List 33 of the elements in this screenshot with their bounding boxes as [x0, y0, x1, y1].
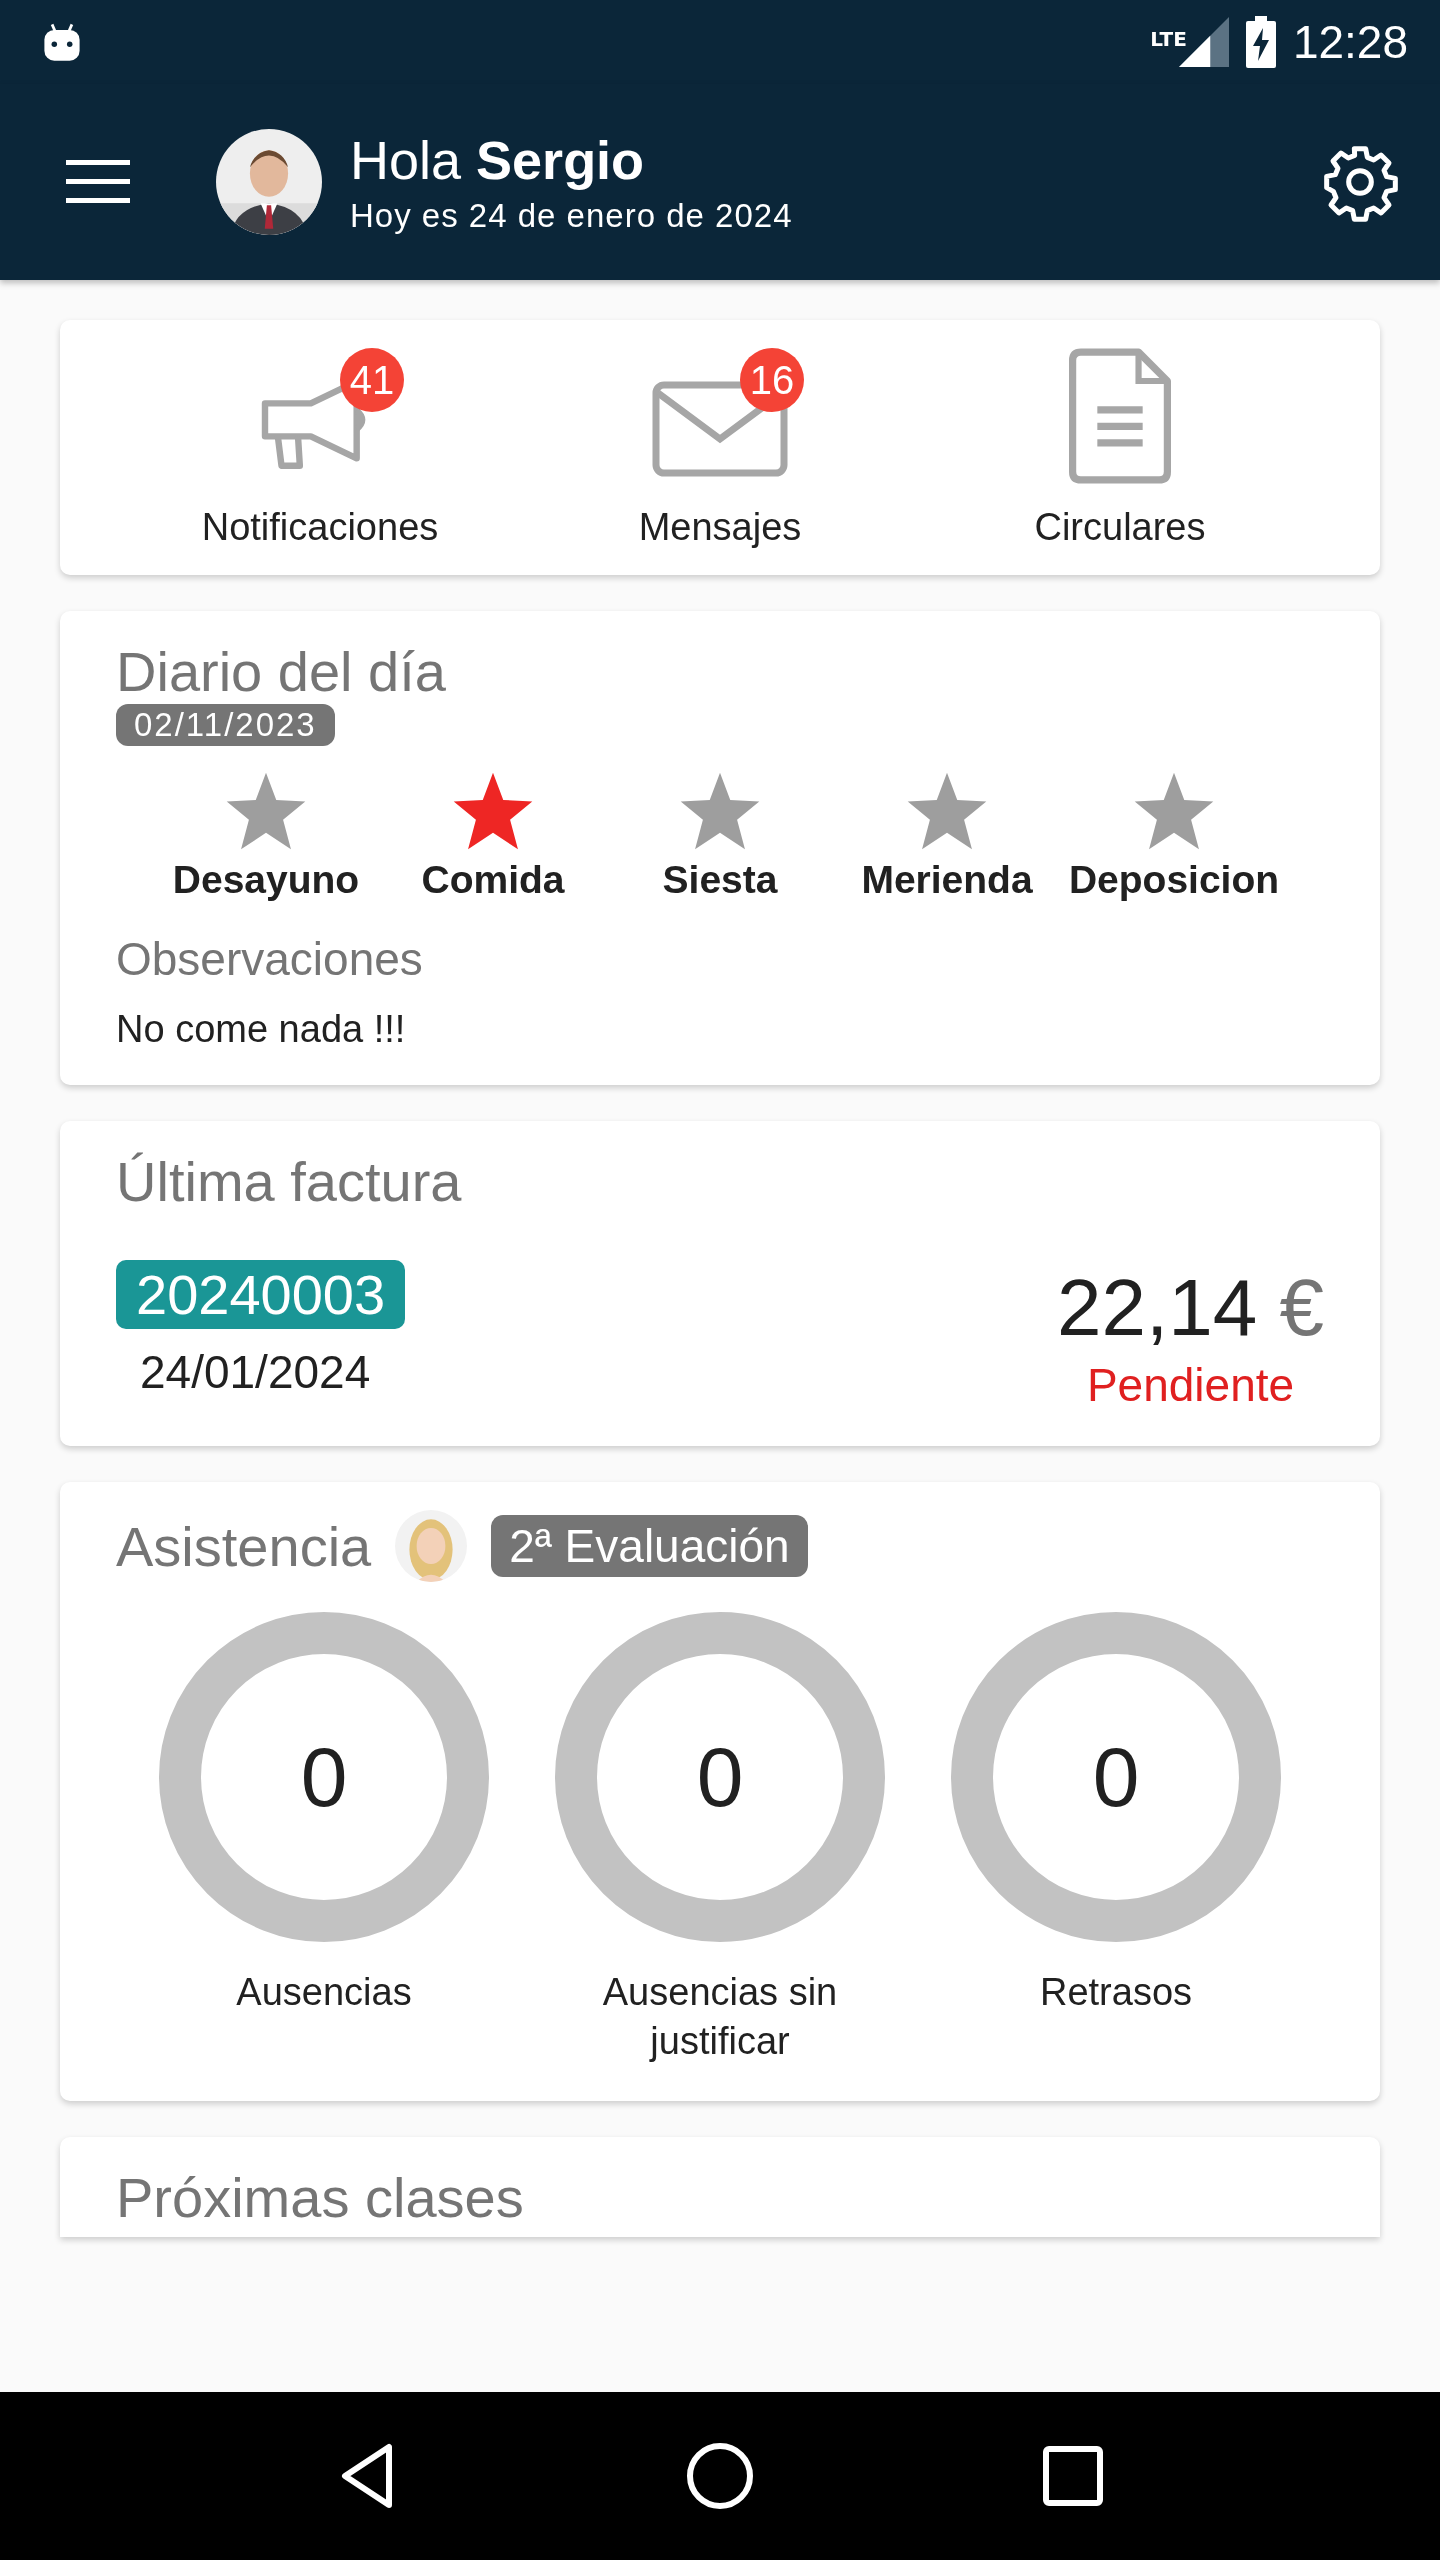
stat-label: Ausencias: [235, 1970, 413, 2015]
stat-label: Retrasos: [1038, 1970, 1194, 2015]
payment-status: Pendiente: [1086, 1358, 1295, 1412]
greeting-title: Hola Sergio: [350, 129, 646, 191]
card-title: Asistencia: [116, 1513, 372, 1579]
observations-text: No come nada !!!: [116, 1008, 407, 1051]
card-title: Próximas clases: [116, 2164, 525, 2230]
currency-symbol: €: [1279, 1263, 1324, 1352]
count-value: 0: [696, 1728, 744, 1826]
count-badge: 41: [340, 348, 404, 412]
invoice-date: 24/01/2024: [140, 1345, 371, 1399]
stat-label: Ausencias sin justificar: [601, 1970, 839, 2065]
shortcut-button[interactable]: 41 Notificaciones: [130, 348, 510, 549]
meal-label: Comida: [421, 858, 565, 902]
date-chip: 02/11/2023: [116, 704, 335, 746]
invoice-amount: 22,14: [1057, 1263, 1258, 1352]
count-value: 0: [300, 1728, 348, 1826]
network-label: LTE: [1150, 27, 1187, 51]
shortcut-button[interactable]: 16 Mensajes: [530, 348, 910, 549]
meal-label: Siesta: [662, 858, 778, 902]
meal-label: Merienda: [861, 858, 1033, 902]
count-badge: 16: [740, 348, 804, 412]
count-value: 0: [1092, 1728, 1140, 1826]
clock-time: 12:28: [1292, 15, 1408, 69]
invoice-number[interactable]: 20240003: [116, 1260, 406, 1329]
meal-label: Deposicion: [1068, 858, 1280, 902]
shortcut-button[interactable]: Circulares: [930, 348, 1310, 549]
period-chip: 2ª Evaluación: [491, 1515, 808, 1577]
card-title: Diario del día: [116, 639, 447, 704]
date-subtitle: Hoy es 24 de enero de 2024: [350, 197, 794, 235]
card-title: Última factura: [116, 1149, 463, 1214]
observations-label: Observaciones: [116, 932, 424, 986]
meal-label: Desayuno: [172, 858, 360, 902]
